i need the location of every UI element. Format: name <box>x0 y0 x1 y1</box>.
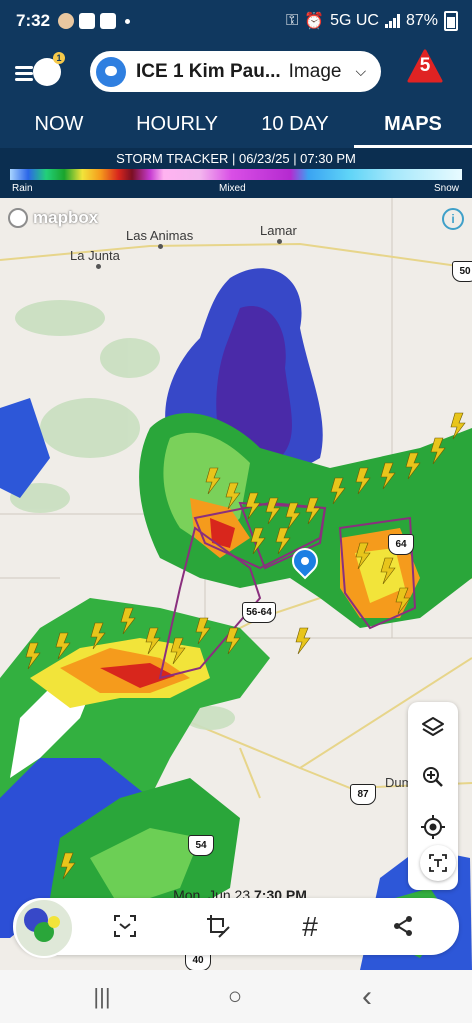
city-label: Las Animas <box>126 228 194 243</box>
status-bar: 7:32 ⚿ ⏰ 5G UC 87% <box>0 0 472 42</box>
home-button[interactable]: ○ <box>205 970 265 1023</box>
city-dot <box>277 239 282 244</box>
layers-button[interactable] <box>408 702 458 752</box>
menu-button[interactable]: 1 <box>15 52 65 90</box>
menu-line <box>15 78 33 81</box>
mapbox-logo-icon <box>8 208 28 228</box>
radar-map[interactable]: mapbox i Las Animas Lamar La Junta Dumas… <box>0 198 472 970</box>
app-frame: 7:32 ⚿ ⏰ 5G UC 87% 1 ICE 1 Kim Pau... Im… <box>0 0 472 1023</box>
route-shield: 50 <box>452 261 472 282</box>
tab-maps[interactable]: MAPS <box>354 102 472 148</box>
route-shield: 56-64 <box>242 602 276 623</box>
back-button[interactable]: ‹ <box>337 970 397 1023</box>
alert-count: 5 <box>419 55 431 76</box>
location-selector[interactable]: ICE 1 Kim Pau... Image ⌵ <box>90 51 381 92</box>
recents-button[interactable]: ||| <box>72 970 132 1023</box>
signal-icon <box>384 14 400 28</box>
tab-now[interactable]: NOW <box>0 102 118 148</box>
legend-mixed-label: Mixed <box>219 183 246 194</box>
mapbox-attribution[interactable]: mapbox <box>8 208 98 228</box>
menu-line <box>15 72 33 75</box>
city-dot <box>158 244 163 249</box>
notification-icons <box>58 13 131 29</box>
alerts-button[interactable]: 5 <box>407 49 443 83</box>
zoom-in-icon <box>423 767 443 787</box>
chat-bubble-icon <box>96 56 126 87</box>
tab-hourly[interactable]: HOURLY <box>118 102 236 148</box>
select-button[interactable] <box>95 898 155 955</box>
storm-tracker-legend: STORM TRACKER | 06/23/25 | 07:30 PM Rain… <box>0 148 472 198</box>
image-toolbar: # <box>13 898 459 955</box>
app-bar: 1 ICE 1 Kim Pau... Image ⌵ 5 <box>0 42 472 102</box>
mapbox-label: mapbox <box>33 208 99 227</box>
gmail-icon <box>100 13 117 29</box>
route-shield: 54 <box>188 835 214 856</box>
radar-layer <box>0 198 472 970</box>
info-button[interactable]: i <box>442 208 464 230</box>
layers-icon <box>422 717 444 736</box>
crop-edit-button[interactable] <box>188 898 248 955</box>
key-icon: ⚿ <box>285 12 299 29</box>
city-dot <box>96 264 101 269</box>
legend-color-scale <box>10 169 462 180</box>
battery-icon <box>444 11 458 31</box>
more-notifications-icon <box>125 18 131 24</box>
zoom-in-button[interactable] <box>408 752 458 802</box>
legend-rain-label: Rain <box>12 183 33 194</box>
system-nav-bar: ||| ○ ‹ <box>0 970 472 1023</box>
select-icon <box>114 915 136 937</box>
status-right: ⚿ ⏰ 5G UC 87% <box>286 0 458 42</box>
gallery-icon <box>79 13 96 29</box>
tab-bar: NOW HOURLY 10 DAY MAPS <box>0 102 472 148</box>
text-scan-icon <box>429 854 447 872</box>
legend-snow-label: Snow <box>434 183 460 194</box>
hashtag-button[interactable]: # <box>280 898 340 955</box>
hashtag-icon: # <box>302 911 318 942</box>
thumbnail-radar-image <box>24 908 60 942</box>
chevron-down-icon: ⌵ <box>355 63 367 79</box>
text-scan-button[interactable] <box>420 845 456 881</box>
city-label: Lamar <box>260 223 297 238</box>
alarm-icon: ⏰ <box>304 13 325 30</box>
location-type: Image <box>288 60 342 82</box>
route-shield: 87 <box>350 784 376 805</box>
map-thumbnail[interactable] <box>14 898 74 958</box>
share-icon <box>394 916 412 936</box>
location-name: ICE 1 Kim Pau... <box>136 60 281 82</box>
battery-label: 87% <box>405 12 438 29</box>
tab-10-day[interactable]: 10 DAY <box>236 102 354 148</box>
menu-line <box>15 66 33 69</box>
my-location-icon <box>421 815 445 839</box>
status-time: 7:32 <box>16 11 51 30</box>
menu-badge: 1 <box>53 52 65 64</box>
legend-title: STORM TRACKER | 06/23/25 | 07:30 PM <box>116 151 356 166</box>
network-label: 5G UC <box>330 12 379 29</box>
route-shield: 64 <box>388 534 414 555</box>
crop-edit-icon <box>207 915 230 938</box>
share-button[interactable] <box>373 898 433 955</box>
avatar-icon <box>58 13 75 29</box>
city-label: La Junta <box>70 248 120 263</box>
